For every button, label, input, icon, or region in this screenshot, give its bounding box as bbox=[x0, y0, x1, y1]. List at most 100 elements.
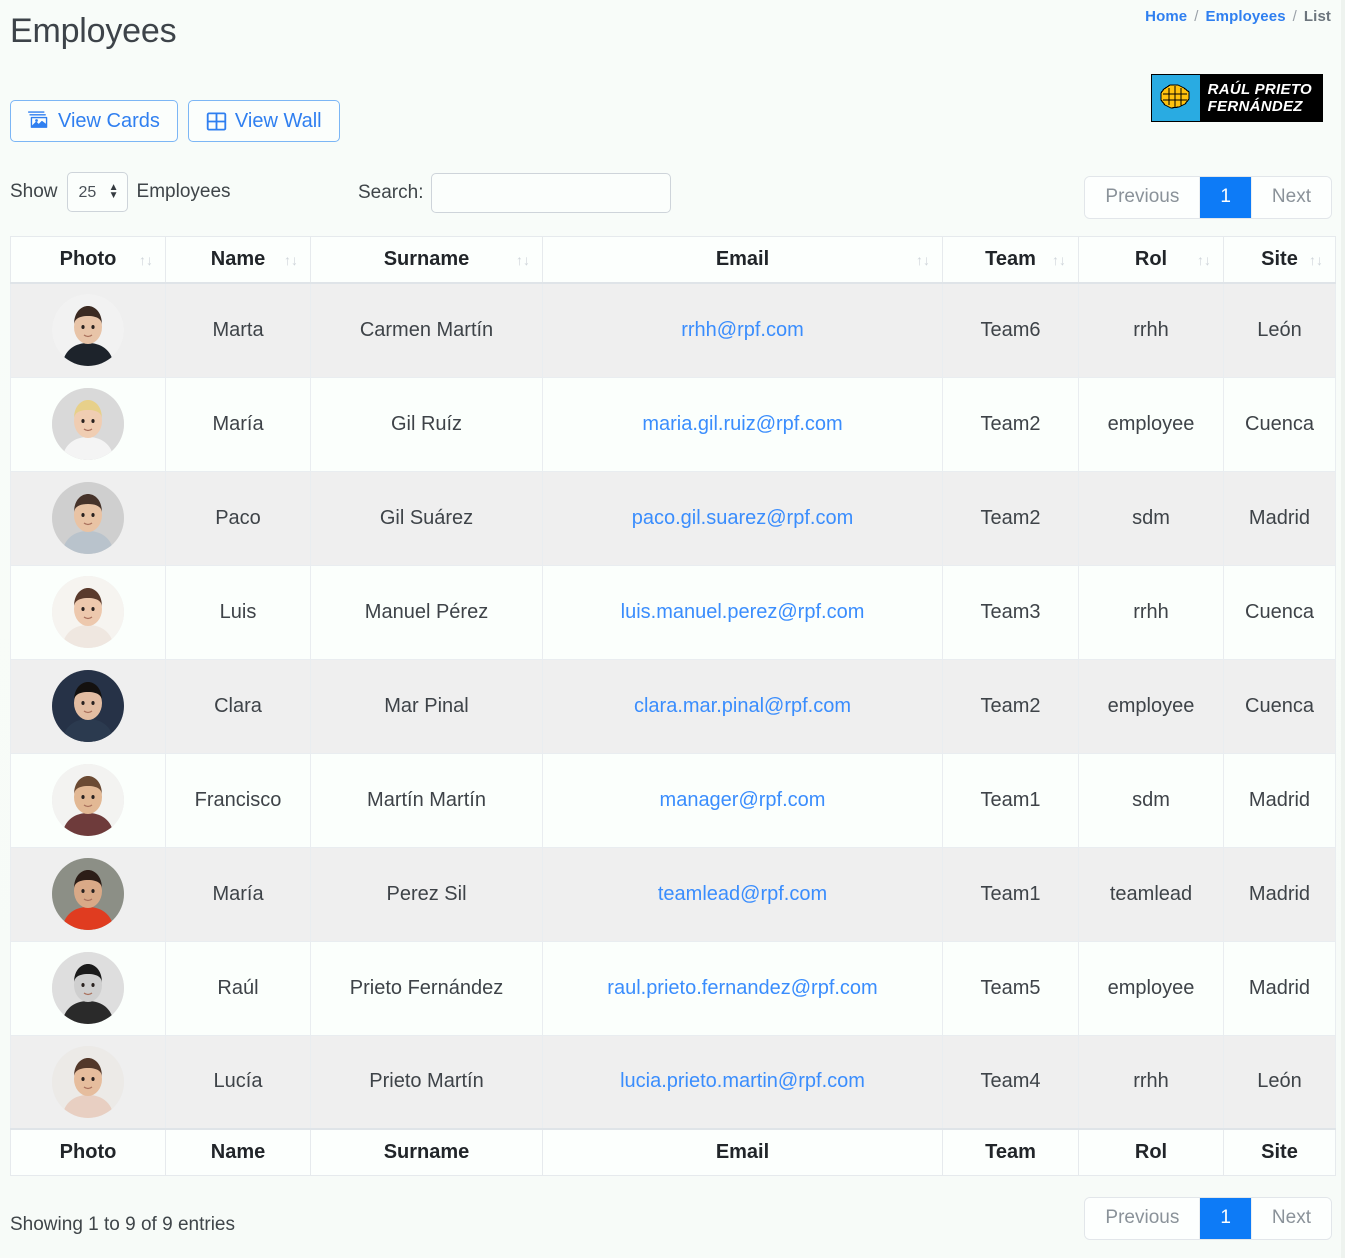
cell-surname: Prieto Fernández bbox=[311, 941, 543, 1035]
avatar bbox=[52, 1046, 124, 1118]
email-link[interactable]: manager@rpf.com bbox=[660, 789, 826, 811]
sort-icon[interactable]: ↑↓ bbox=[1052, 252, 1066, 268]
search-input[interactable] bbox=[431, 173, 671, 213]
cell-surname: Mar Pinal bbox=[311, 659, 543, 753]
table-row[interactable]: LuisManuel Pérezluis.manuel.perez@rpf.co… bbox=[11, 565, 1336, 659]
breadcrumb-separator: / bbox=[1293, 8, 1297, 25]
cell-email: luis.manuel.perez@rpf.com bbox=[543, 565, 943, 659]
email-link[interactable]: maria.gil.ruiz@rpf.com bbox=[642, 413, 842, 435]
pagination-previous-top[interactable]: Previous bbox=[1085, 177, 1200, 218]
sort-icon[interactable]: ↑↓ bbox=[1197, 252, 1211, 268]
column-header-rol[interactable]: Rol↑↓ bbox=[1079, 237, 1224, 284]
cell-surname: Perez Sil bbox=[311, 847, 543, 941]
avatar bbox=[52, 576, 124, 648]
column-footer-site: Site bbox=[1224, 1129, 1336, 1176]
cell-site: Madrid bbox=[1224, 941, 1336, 1035]
cell-name: Luis bbox=[166, 565, 311, 659]
table-row[interactable]: MaríaPerez Silteamlead@rpf.comTeam1teaml… bbox=[11, 847, 1336, 941]
page-length-select[interactable]: 25 bbox=[67, 172, 128, 212]
cell-photo bbox=[11, 753, 166, 847]
cell-rol: teamlead bbox=[1079, 847, 1224, 941]
brand-name-line1: RAÚL PRIETO bbox=[1208, 81, 1312, 98]
column-header-surname[interactable]: Surname↑↓ bbox=[311, 237, 543, 284]
avatar bbox=[52, 764, 124, 836]
table-row[interactable]: MaríaGil Ruízmaria.gil.ruiz@rpf.comTeam2… bbox=[11, 377, 1336, 471]
column-header-photo[interactable]: Photo ↑↓ bbox=[11, 237, 166, 284]
avatar bbox=[52, 294, 124, 366]
sort-icon[interactable]: ↑↓ bbox=[284, 252, 298, 268]
column-footer-photo: Photo bbox=[11, 1129, 166, 1176]
view-cards-button[interactable]: View Cards bbox=[10, 100, 178, 142]
pagination-previous-bottom[interactable]: Previous bbox=[1085, 1198, 1200, 1239]
email-link[interactable]: teamlead@rpf.com bbox=[658, 883, 827, 905]
cell-team: Team4 bbox=[943, 1035, 1079, 1129]
sort-icon[interactable]: ↑↓ bbox=[139, 252, 153, 268]
pagination-page-1-bottom[interactable]: 1 bbox=[1200, 1198, 1252, 1239]
cell-team: Team2 bbox=[943, 471, 1079, 565]
pagination-next-top[interactable]: Next bbox=[1252, 177, 1331, 218]
column-header-name[interactable]: Name↑↓ bbox=[166, 237, 311, 284]
table-header-row: Photo↑↓ Name↑↓ Surname↑↓ Email↑↓ Team↑↓ … bbox=[11, 237, 1336, 284]
sort-icon[interactable]: ↑↓ bbox=[516, 252, 530, 268]
column-header-team[interactable]: Team↑↓ bbox=[943, 237, 1079, 284]
column-header-email[interactable]: Email ↑↓ bbox=[543, 237, 943, 284]
cell-email: teamlead@rpf.com bbox=[543, 847, 943, 941]
cell-photo bbox=[11, 1035, 166, 1129]
sort-icon[interactable]: ↑↓ bbox=[916, 252, 930, 268]
brand-logo-text: RAÚL PRIETO FERNÁNDEZ bbox=[1200, 75, 1322, 121]
cell-name: Paco bbox=[166, 471, 311, 565]
email-link[interactable]: raul.prieto.fernandez@rpf.com bbox=[607, 977, 877, 999]
cell-site: Cuenca bbox=[1224, 659, 1336, 753]
column-header-photo-label: Photo bbox=[60, 248, 117, 270]
table-row[interactable]: MartaCarmen Martínrrhh@rpf.comTeam6rrhhL… bbox=[11, 283, 1336, 377]
pagination-page-1-top[interactable]: 1 bbox=[1200, 177, 1252, 218]
email-link[interactable]: clara.mar.pinal@rpf.com bbox=[634, 695, 851, 717]
brand-name-line2: FERNÁNDEZ bbox=[1208, 98, 1312, 115]
cell-surname: Carmen Martín bbox=[311, 283, 543, 377]
cell-email: rrhh@rpf.com bbox=[543, 283, 943, 377]
table-head: Photo↑↓ Name↑↓ Surname↑↓ Email↑↓ Team↑↓ … bbox=[11, 237, 1336, 284]
cell-rol: sdm bbox=[1079, 753, 1224, 847]
pagination-next-bottom[interactable]: Next bbox=[1252, 1198, 1331, 1239]
search-label: Search: bbox=[358, 182, 423, 204]
scrollbar-track[interactable] bbox=[1341, 0, 1345, 1258]
breadcrumb: Home / Employees / List bbox=[1145, 8, 1331, 25]
cell-rol: rrhh bbox=[1079, 565, 1224, 659]
cell-name: Marta bbox=[166, 283, 311, 377]
column-header-site[interactable]: Site↑↓ bbox=[1224, 237, 1336, 284]
avatar bbox=[52, 482, 124, 554]
brain-icon bbox=[1152, 75, 1200, 121]
column-header-email-label: Email bbox=[716, 248, 769, 270]
table-row[interactable]: PacoGil Suárez paco.gil.suarez@rpf.com Tea… bbox=[11, 471, 1336, 565]
column-footer-team: Team bbox=[943, 1129, 1079, 1176]
email-link[interactable]: paco.gil.suarez@rpf.com bbox=[632, 507, 854, 529]
column-footer-rol: Rol bbox=[1079, 1129, 1224, 1176]
cell-email: paco.gil.suarez@rpf.com bbox=[543, 471, 943, 565]
view-wall-button[interactable]: View Wall bbox=[188, 100, 340, 142]
table-row[interactable]: FranciscoMartín Martínmanager@rpf.comTea… bbox=[11, 753, 1336, 847]
cell-site: Madrid bbox=[1224, 847, 1336, 941]
email-link[interactable]: luis.manuel.perez@rpf.com bbox=[621, 601, 865, 623]
breadcrumb-item-employees[interactable]: Employees bbox=[1206, 8, 1286, 25]
cell-email: raul.prieto.fernandez@rpf.com bbox=[543, 941, 943, 1035]
cell-site: León bbox=[1224, 283, 1336, 377]
table-row[interactable]: LucíaPrieto Martínlucia.prieto.martin@rp… bbox=[11, 1035, 1336, 1129]
email-link[interactable]: rrhh@rpf.com bbox=[681, 319, 804, 341]
column-footer-surname: Surname bbox=[311, 1129, 543, 1176]
sort-icon[interactable]: ↑↓ bbox=[1309, 252, 1323, 268]
cell-email: lucia.prieto.martin@rpf.com bbox=[543, 1035, 943, 1129]
breadcrumb-item-list: List bbox=[1304, 8, 1331, 25]
cell-surname: Gil Suárez bbox=[311, 471, 543, 565]
cell-name: María bbox=[166, 847, 311, 941]
cell-site: Madrid bbox=[1224, 753, 1336, 847]
table-row[interactable]: ClaraMar Pinalclara.mar.pinal@rpf.comTea… bbox=[11, 659, 1336, 753]
cell-rol: employee bbox=[1079, 659, 1224, 753]
view-cards-label: View Cards bbox=[58, 111, 160, 131]
cell-rol: employee bbox=[1079, 377, 1224, 471]
cell-rol: rrhh bbox=[1079, 283, 1224, 377]
table-row[interactable]: RaúlPrieto Fernándezraul.prieto.fernande… bbox=[11, 941, 1336, 1035]
entries-label: Employees bbox=[137, 181, 231, 203]
cell-team: Team5 bbox=[943, 941, 1079, 1035]
breadcrumb-item-home[interactable]: Home bbox=[1145, 8, 1187, 25]
email-link[interactable]: lucia.prieto.martin@rpf.com bbox=[620, 1070, 865, 1092]
